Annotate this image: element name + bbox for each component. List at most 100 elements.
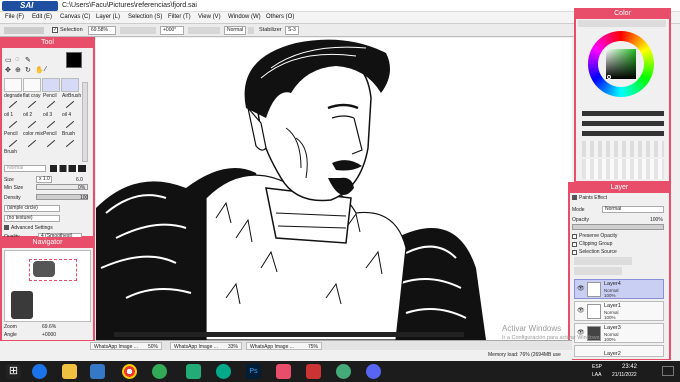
- angle-field[interactable]: +000°: [160, 26, 184, 35]
- layer-action-buttons[interactable]: [574, 267, 622, 275]
- brush-slot-selected[interactable]: [61, 78, 79, 92]
- move-icon[interactable]: ✥: [5, 66, 11, 74]
- brush-label[interactable]: oil 4: [62, 112, 71, 118]
- clock-date[interactable]: 21/11/2022: [612, 372, 637, 378]
- size-value[interactable]: 6.0: [76, 177, 83, 183]
- size-multiplier[interactable]: x 1.0: [36, 176, 52, 183]
- magic-wand-icon[interactable]: ✎: [25, 56, 31, 64]
- menu-selection[interactable]: Selection (S): [128, 14, 162, 20]
- brush-label[interactable]: Pencil: [43, 131, 57, 137]
- rgb-slider-r[interactable]: [582, 111, 664, 116]
- hue-wheel[interactable]: [588, 31, 654, 97]
- menu-window[interactable]: Window (W): [228, 14, 261, 20]
- eyedropper-icon[interactable]: ⁄: [45, 66, 46, 73]
- clipping-group-checkbox[interactable]: [572, 242, 577, 247]
- document-tab[interactable]: WhatsApp Image ... 33%: [170, 342, 242, 350]
- rgb-slider-g[interactable]: [582, 121, 664, 126]
- windows-start-icon[interactable]: ⊞: [6, 364, 21, 379]
- document-tab[interactable]: WhatsApp Image ... 75%: [246, 342, 322, 350]
- app-icon[interactable]: [336, 364, 351, 379]
- layer-action-buttons[interactable]: [574, 257, 632, 265]
- app-icon[interactable]: [152, 364, 167, 379]
- taskbar: ⊞ Ps ESP LAA 23:42 21/11/2022: [0, 361, 680, 382]
- expand-icon[interactable]: [4, 225, 9, 230]
- canvas-scrollbar[interactable]: [114, 332, 464, 337]
- menu-edit[interactable]: Edit (E): [32, 14, 52, 20]
- brush-label[interactable]: oil 1: [4, 112, 13, 118]
- advanced-settings-toggle[interactable]: Advanced Settings: [11, 225, 53, 231]
- zoom-icon[interactable]: ⊕: [15, 66, 21, 74]
- primary-color-swatch[interactable]: [66, 52, 82, 68]
- eye-icon[interactable]: 👁: [577, 308, 585, 314]
- drawing-canvas[interactable]: [96, 38, 572, 340]
- selection-checkbox[interactable]: ✓: [52, 27, 58, 33]
- notification-icon[interactable]: [662, 366, 674, 376]
- brush-label[interactable]: Brush: [62, 131, 75, 137]
- discord-icon[interactable]: [366, 364, 381, 379]
- menu-file[interactable]: File (F): [5, 14, 24, 20]
- brush-icon: [27, 120, 37, 129]
- layer-row[interactable]: 👁 Layer4 Normal 100%: [574, 279, 664, 299]
- edge-icon[interactable]: [32, 364, 47, 379]
- saturation-value-square[interactable]: [606, 49, 636, 79]
- layer-row[interactable]: Layer2: [574, 345, 664, 357]
- navigator-thumbnail-art: [11, 291, 33, 319]
- navigator-preview[interactable]: [4, 250, 91, 322]
- clock-time[interactable]: 23:42: [622, 364, 637, 370]
- menu-canvas[interactable]: Canvas (C): [60, 14, 90, 20]
- rotate-icon[interactable]: ↻: [25, 66, 31, 74]
- stabilizer-select[interactable]: S-3: [285, 26, 299, 35]
- eye-icon[interactable]: 👁: [577, 286, 585, 292]
- color-mode-buttons[interactable]: [578, 20, 666, 27]
- brush-scrollbar[interactable]: [82, 82, 88, 162]
- menu-layer[interactable]: Layer (L): [96, 14, 120, 20]
- brush-texture-select[interactable]: (no texture): [4, 215, 60, 222]
- menu-view[interactable]: View (V): [198, 14, 221, 20]
- menu-others[interactable]: Others (O): [266, 14, 294, 20]
- menu-filter[interactable]: Filter (T): [168, 14, 191, 20]
- keyboard-label[interactable]: LAA: [592, 372, 601, 378]
- document-tab[interactable]: WhatsApp Image ... 50%: [90, 342, 162, 350]
- app-logo: SAI: [2, 1, 58, 11]
- zoom-field[interactable]: 69.58%: [88, 26, 116, 35]
- sai-icon[interactable]: [276, 364, 291, 379]
- layer-mode-select[interactable]: Normal: [602, 206, 664, 213]
- opacity-slider[interactable]: [572, 224, 664, 230]
- brush-label[interactable]: color mix: [23, 131, 43, 137]
- chrome-icon[interactable]: [122, 364, 137, 379]
- select-rect-icon[interactable]: ▭: [5, 56, 12, 64]
- brush-slot-selected[interactable]: [42, 78, 60, 92]
- lasso-icon[interactable]: ◌: [15, 56, 19, 63]
- undo-redo-buttons[interactable]: [4, 27, 44, 34]
- color-picker-handle[interactable]: [607, 75, 611, 79]
- paints-effect-toggle[interactable]: Paints Effect: [579, 195, 607, 201]
- app-icon[interactable]: [186, 364, 201, 379]
- brush-label[interactable]: Brush: [4, 149, 17, 155]
- brush-mode-select[interactable]: Normal: [4, 165, 46, 172]
- store-icon[interactable]: [90, 364, 105, 379]
- brush-shape-buttons[interactable]: [50, 165, 86, 172]
- brush-label[interactable]: oil 2: [23, 112, 32, 118]
- expand-icon[interactable]: [572, 195, 577, 200]
- app-icon[interactable]: [306, 364, 321, 379]
- brush-slot[interactable]: [23, 78, 41, 92]
- zoom-buttons[interactable]: [120, 27, 156, 34]
- layer-row[interactable]: 👁 Layer1 Normal 100%: [574, 301, 664, 321]
- language-label[interactable]: ESP: [592, 364, 602, 370]
- app-icon[interactable]: [216, 364, 231, 379]
- file-explorer-icon[interactable]: [62, 364, 77, 379]
- brush-label[interactable]: Pencil: [4, 131, 18, 137]
- blend-select[interactable]: Normal: [224, 26, 246, 35]
- blend-dropdown-icon[interactable]: [248, 27, 254, 34]
- photoshop-icon[interactable]: Ps: [246, 364, 261, 379]
- selection-source-checkbox[interactable]: [572, 250, 577, 255]
- color-swatches[interactable]: [582, 159, 664, 179]
- brush-shape-select[interactable]: (simple circle): [4, 205, 60, 212]
- brush-label[interactable]: oil 3: [43, 112, 52, 118]
- brush-slot[interactable]: [4, 78, 22, 92]
- rgb-slider-b[interactable]: [582, 131, 664, 136]
- hand-icon[interactable]: ✋: [35, 66, 44, 74]
- rotate-buttons[interactable]: [188, 27, 220, 34]
- preserve-opacity-checkbox[interactable]: [572, 234, 577, 239]
- color-swatches[interactable]: [582, 141, 664, 157]
